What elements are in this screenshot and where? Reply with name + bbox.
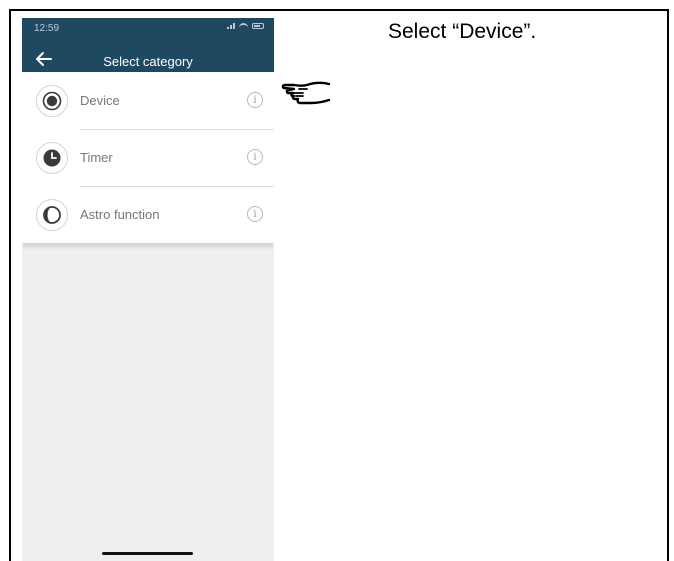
- category-item-device[interactable]: Device i: [22, 72, 274, 129]
- home-indicator: [102, 552, 193, 555]
- category-item-timer[interactable]: Timer i: [22, 129, 274, 186]
- category-list: Device i Timer i Astro function i: [22, 72, 274, 243]
- app-bar: 12:59 Select category: [22, 18, 274, 72]
- page-title: Select category: [103, 54, 193, 69]
- pointing-hand-icon: [281, 81, 331, 105]
- category-item-astro-function[interactable]: Astro function i: [22, 186, 274, 243]
- phone-screen: 12:59 Select category Device i Timer i A…: [22, 18, 274, 561]
- battery-icon: [252, 23, 264, 29]
- instruction-text: Select “Device”.: [388, 20, 537, 43]
- status-time: 12:59: [34, 23, 60, 34]
- moon-icon: [36, 199, 68, 231]
- category-label: Astro function: [80, 207, 160, 222]
- status-icons: [227, 23, 264, 29]
- category-label: Timer: [80, 150, 113, 165]
- signal-icon: [227, 23, 235, 29]
- info-icon[interactable]: i: [247, 206, 263, 222]
- info-icon[interactable]: i: [247, 149, 263, 165]
- wifi-icon: [239, 23, 248, 29]
- clock-icon: [36, 142, 68, 174]
- category-label: Device: [80, 93, 120, 108]
- info-icon[interactable]: i: [247, 92, 263, 108]
- device-icon: [36, 85, 68, 117]
